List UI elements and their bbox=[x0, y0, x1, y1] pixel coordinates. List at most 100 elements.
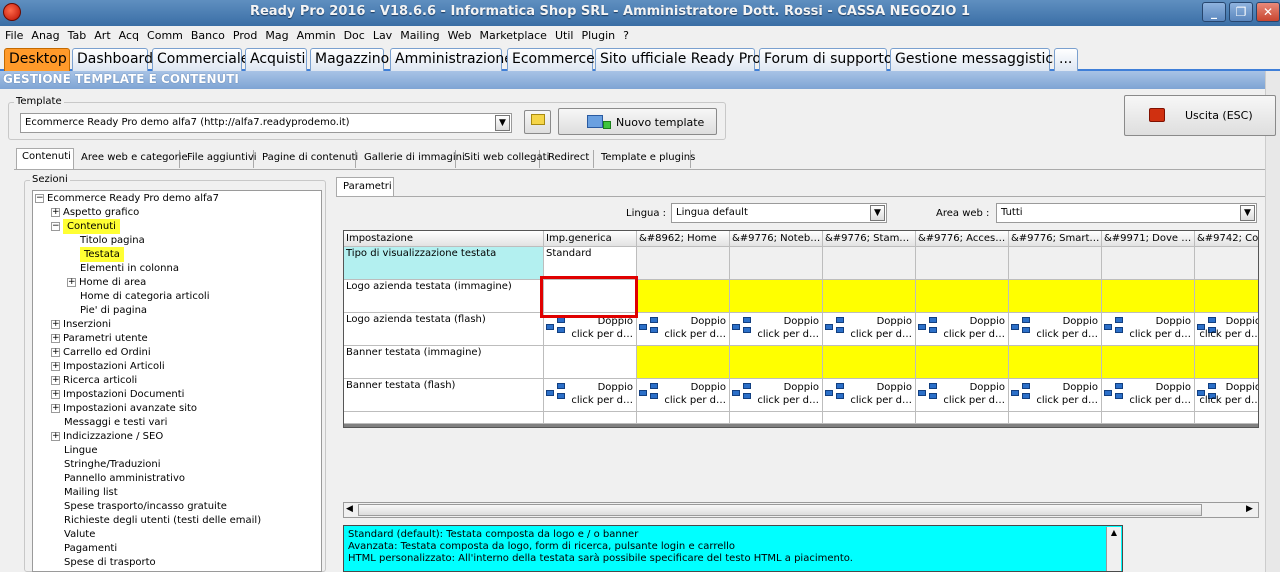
tree-item[interactable]: Richieste degli utenti (testi delle emai… bbox=[51, 514, 261, 528]
grid-cell[interactable]: Doppio click per d… bbox=[916, 313, 1009, 346]
grid-cell[interactable] bbox=[916, 412, 1009, 424]
subtab-redirect[interactable]: Redirect bbox=[543, 150, 594, 168]
menu-item-anag[interactable]: Anag bbox=[26, 26, 62, 42]
menu-item-mag[interactable]: Mag bbox=[260, 26, 291, 42]
tree-item[interactable]: Elementi in colonna bbox=[67, 262, 179, 276]
tree-item[interactable]: Stringhe/Traduzioni bbox=[51, 458, 161, 472]
grid-cell[interactable] bbox=[823, 247, 916, 280]
menu-item-comm[interactable]: Comm bbox=[142, 26, 186, 42]
grid-cell[interactable] bbox=[823, 280, 916, 313]
tree-item[interactable]: Valute bbox=[51, 528, 95, 542]
tab-commerciale[interactable]: Commerciale bbox=[152, 48, 249, 71]
grid-cell[interactable]: Doppio click per d… bbox=[637, 313, 730, 346]
grid-cell[interactable]: Doppio click per d… bbox=[916, 379, 1009, 412]
expand-icon[interactable]: + bbox=[51, 319, 60, 329]
menu-item-mailing[interactable]: Mailing bbox=[395, 26, 442, 42]
grid-cell[interactable] bbox=[1195, 280, 1258, 313]
sections-tree[interactable]: − Ecommerce Ready Pro demo alfa7 + Aspetto … bbox=[32, 190, 322, 572]
grid-cell[interactable] bbox=[730, 346, 823, 379]
restore-button[interactable]: ❐ bbox=[1229, 2, 1253, 22]
tree-item[interactable]: Pie' di pagina bbox=[67, 304, 147, 318]
menu-item-marketplace[interactable]: Marketplace bbox=[475, 26, 550, 42]
expand-icon[interactable]: + bbox=[51, 207, 60, 217]
tab-acquisti[interactable]: Acquisti bbox=[245, 48, 307, 71]
grid-cell[interactable] bbox=[916, 280, 1009, 313]
menu-item-web[interactable]: Web bbox=[443, 26, 475, 42]
tree-item[interactable]: Home di categoria articoli bbox=[67, 290, 210, 304]
tab-more[interactable]: ... bbox=[1054, 48, 1078, 71]
tree-item[interactable]: + Carrello ed Ordini bbox=[51, 346, 151, 360]
tree-item[interactable]: Messaggi e testi vari bbox=[51, 416, 167, 430]
grid-cell[interactable]: Doppio click per d… bbox=[823, 313, 916, 346]
tree-item[interactable]: Pannello amministrativo bbox=[51, 472, 185, 486]
grid-cell[interactable] bbox=[637, 346, 730, 379]
page-scrollbar[interactable] bbox=[1265, 71, 1280, 572]
menu-item-util[interactable]: Util bbox=[550, 26, 576, 42]
tree-item[interactable]: Spese trasporto/incasso gratuite bbox=[51, 500, 227, 514]
grid-cell[interactable]: Doppio click per d… bbox=[823, 379, 916, 412]
grid-cell[interactable] bbox=[916, 247, 1009, 280]
template-select[interactable]: Ecommerce Ready Pro demo alfa7 (http://a… bbox=[20, 113, 512, 133]
grid-cell[interactable] bbox=[730, 280, 823, 313]
tab-parametri[interactable]: Parametri bbox=[336, 177, 394, 197]
menu-item-prod[interactable]: Prod bbox=[228, 26, 260, 42]
expand-icon[interactable]: + bbox=[67, 277, 76, 287]
expand-icon[interactable]: + bbox=[51, 361, 60, 371]
tree-item[interactable]: + Impostazioni Articoli bbox=[51, 360, 165, 374]
language-select[interactable]: Lingua default ▼ bbox=[671, 203, 887, 223]
tree-item[interactable]: − Contenuti bbox=[51, 219, 120, 234]
chevron-down-icon[interactable]: ▼ bbox=[495, 115, 510, 131]
tree-item[interactable]: + Impostazioni avanzate sito bbox=[51, 402, 197, 416]
grid-cell[interactable] bbox=[1102, 346, 1195, 379]
grid-cell[interactable]: Doppio click per d… bbox=[1195, 313, 1258, 346]
scroll-left-icon[interactable]: ◀ bbox=[346, 504, 353, 514]
grid-cell[interactable] bbox=[544, 346, 637, 379]
menu-item-plugin[interactable]: Plugin bbox=[576, 26, 618, 42]
minimize-button[interactable]: _ bbox=[1202, 2, 1226, 22]
grid-cell[interactable]: Doppio click per d… bbox=[1009, 313, 1102, 346]
grid-cell[interactable] bbox=[637, 247, 730, 280]
tree-item[interactable]: + Inserzioni bbox=[51, 318, 111, 332]
grid-cell[interactable] bbox=[823, 346, 916, 379]
grid-cell[interactable]: Doppio click per d… bbox=[1009, 379, 1102, 412]
grid-horizontal-scrollbar[interactable]: ◀ ▶ bbox=[343, 502, 1259, 518]
subtab-pagine-di-contenuti[interactable]: Pagine di contenuti bbox=[257, 150, 358, 168]
expand-icon[interactable]: + bbox=[51, 389, 60, 399]
menu-item--[interactable]: ? bbox=[618, 26, 632, 42]
grid-cell[interactable] bbox=[544, 412, 637, 424]
grid-cell[interactable]: Doppio click per d… bbox=[730, 313, 823, 346]
menu-item-file[interactable]: File bbox=[0, 26, 26, 42]
grid-cell[interactable] bbox=[1195, 247, 1258, 280]
tree-item[interactable]: + Parametri utente bbox=[51, 332, 148, 346]
subtab-siti-web-collegati[interactable]: Siti web collegati bbox=[459, 150, 549, 168]
grid-cell[interactable] bbox=[1102, 280, 1195, 313]
grid-cell[interactable]: Doppio click per d… bbox=[730, 379, 823, 412]
tree-item[interactable]: + Indicizzazione / SEO bbox=[51, 430, 163, 444]
subtab-template-e-plugins[interactable]: Template e plugins bbox=[596, 150, 695, 168]
grid-cell[interactable]: Doppio click per d… bbox=[1102, 313, 1195, 346]
grid-cell[interactable] bbox=[823, 412, 916, 424]
menu-item-banco[interactable]: Banco bbox=[186, 26, 228, 42]
tab-dashboard[interactable]: Dashboard bbox=[72, 48, 153, 71]
menu-item-ammin[interactable]: Ammin bbox=[292, 26, 339, 42]
expand-icon[interactable]: + bbox=[51, 403, 60, 413]
scroll-thumb[interactable] bbox=[358, 504, 1202, 516]
tab-ecommerce[interactable]: Ecommerce bbox=[507, 48, 595, 71]
collapse-icon[interactable]: − bbox=[51, 221, 60, 231]
tree-item[interactable]: + Home di area bbox=[67, 276, 146, 290]
grid-cell[interactable] bbox=[1009, 346, 1102, 379]
grid-cell[interactable]: Doppio click per d… bbox=[1102, 379, 1195, 412]
grid-cell[interactable] bbox=[1009, 280, 1102, 313]
tree-item[interactable]: − Ecommerce Ready Pro demo alfa7 bbox=[35, 192, 219, 206]
expand-icon[interactable]: + bbox=[51, 431, 60, 441]
tab-magazzino[interactable]: Magazzino bbox=[310, 48, 389, 71]
chevron-down-icon[interactable]: ▼ bbox=[1240, 205, 1255, 221]
menu-item-art[interactable]: Art bbox=[89, 26, 113, 42]
exit-button[interactable]: Uscita (ESC) bbox=[1124, 95, 1276, 136]
tab-desktop[interactable]: Desktop bbox=[4, 48, 70, 71]
menu-item-acq[interactable]: Acq bbox=[114, 26, 142, 42]
close-button[interactable]: ✕ bbox=[1256, 2, 1280, 22]
expand-icon[interactable]: + bbox=[51, 333, 60, 343]
tab-forum-di-supporto[interactable]: Forum di supporto bbox=[759, 48, 892, 71]
grid-cell[interactable]: Doppio click per d… bbox=[637, 379, 730, 412]
